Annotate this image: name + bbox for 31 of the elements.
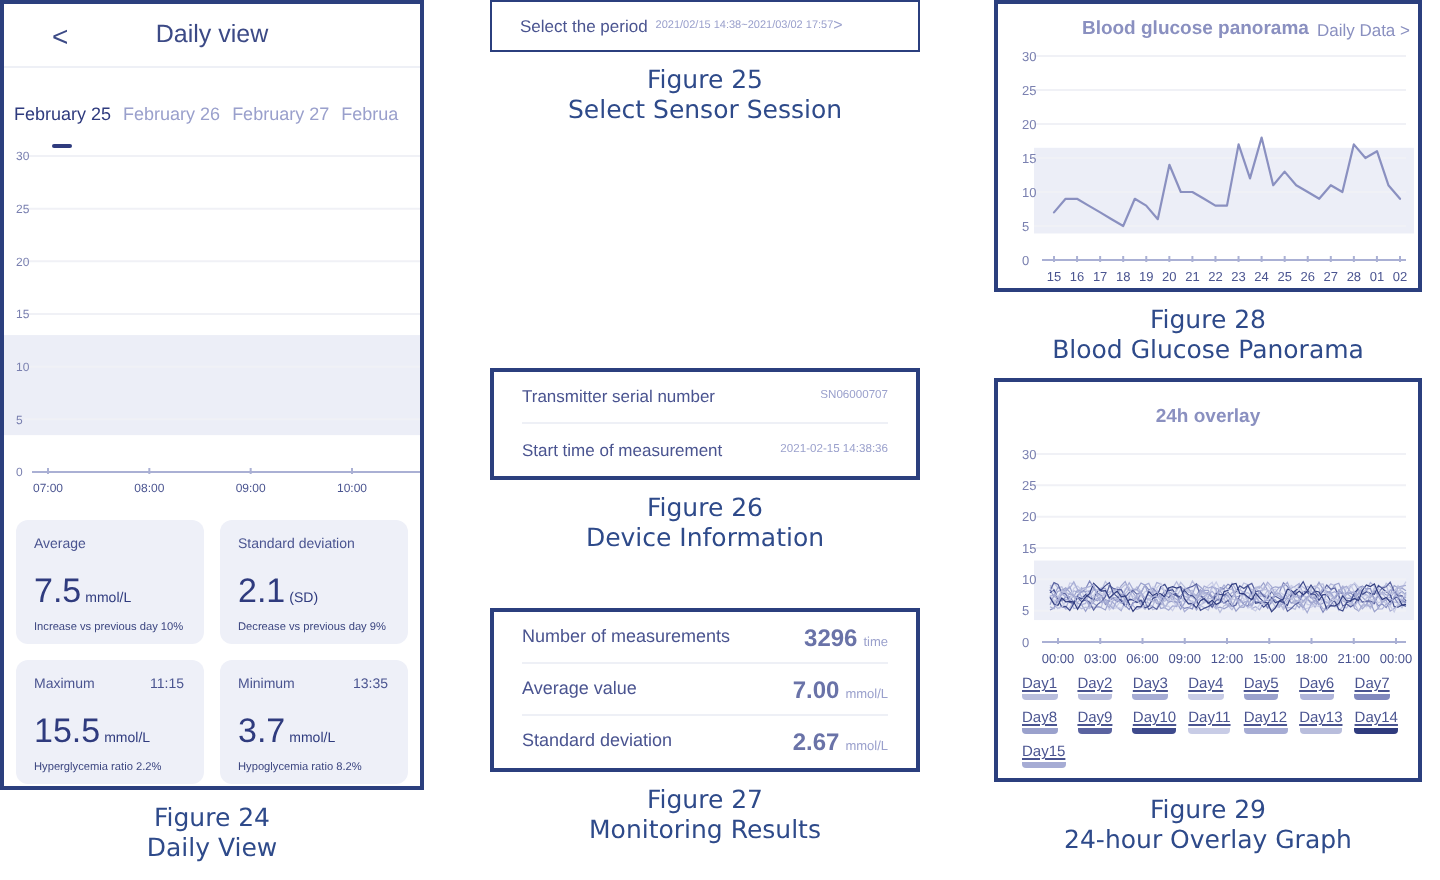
figure-number: Figure 26: [644, 492, 766, 522]
stat-value: 7.5: [34, 571, 82, 609]
stat-value: 2.1: [238, 571, 286, 609]
figure-caption: 24-hour Overlay Graph: [1062, 824, 1354, 854]
back-button[interactable]: <: [4, 21, 69, 49]
result-value: 2.67: [792, 728, 840, 756]
chart-title: Blood glucose panorama: [1081, 16, 1309, 44]
chart-title: 24h overlay: [1155, 406, 1261, 428]
date-tab[interactable]: February 25: [14, 90, 112, 148]
result-value: 7.00: [792, 675, 840, 703]
figure-number: Figure 25: [644, 64, 766, 94]
figure-number: Figure 27: [644, 784, 766, 814]
figure-number: Figure 24: [151, 802, 273, 832]
result-label: Standard deviation: [522, 728, 673, 755]
figure-caption: Select Sensor Session: [565, 94, 845, 124]
info-label: Start time of measurement: [522, 437, 723, 463]
figure-caption: Device Information: [583, 522, 827, 552]
screen-title: Daily view: [155, 20, 269, 49]
result-label: Number of measurements: [522, 623, 731, 650]
stat-value: 15.5: [34, 711, 101, 749]
figure-number: Figure 29: [1147, 794, 1269, 824]
stat-value: 3.7: [238, 711, 286, 749]
figure-number: Figure 28: [1147, 304, 1269, 334]
figure-caption: Daily View: [144, 832, 280, 862]
figure-caption: Monitoring Results: [587, 814, 823, 844]
result-label: Average value: [522, 675, 637, 702]
chevron: >: [833, 14, 843, 38]
result-value: 3296: [804, 623, 858, 651]
period-label: Select the period: [520, 13, 648, 39]
figure-caption: Blood Glucose Panorama: [1050, 334, 1366, 364]
info-label: Transmitter serial number: [522, 384, 716, 410]
